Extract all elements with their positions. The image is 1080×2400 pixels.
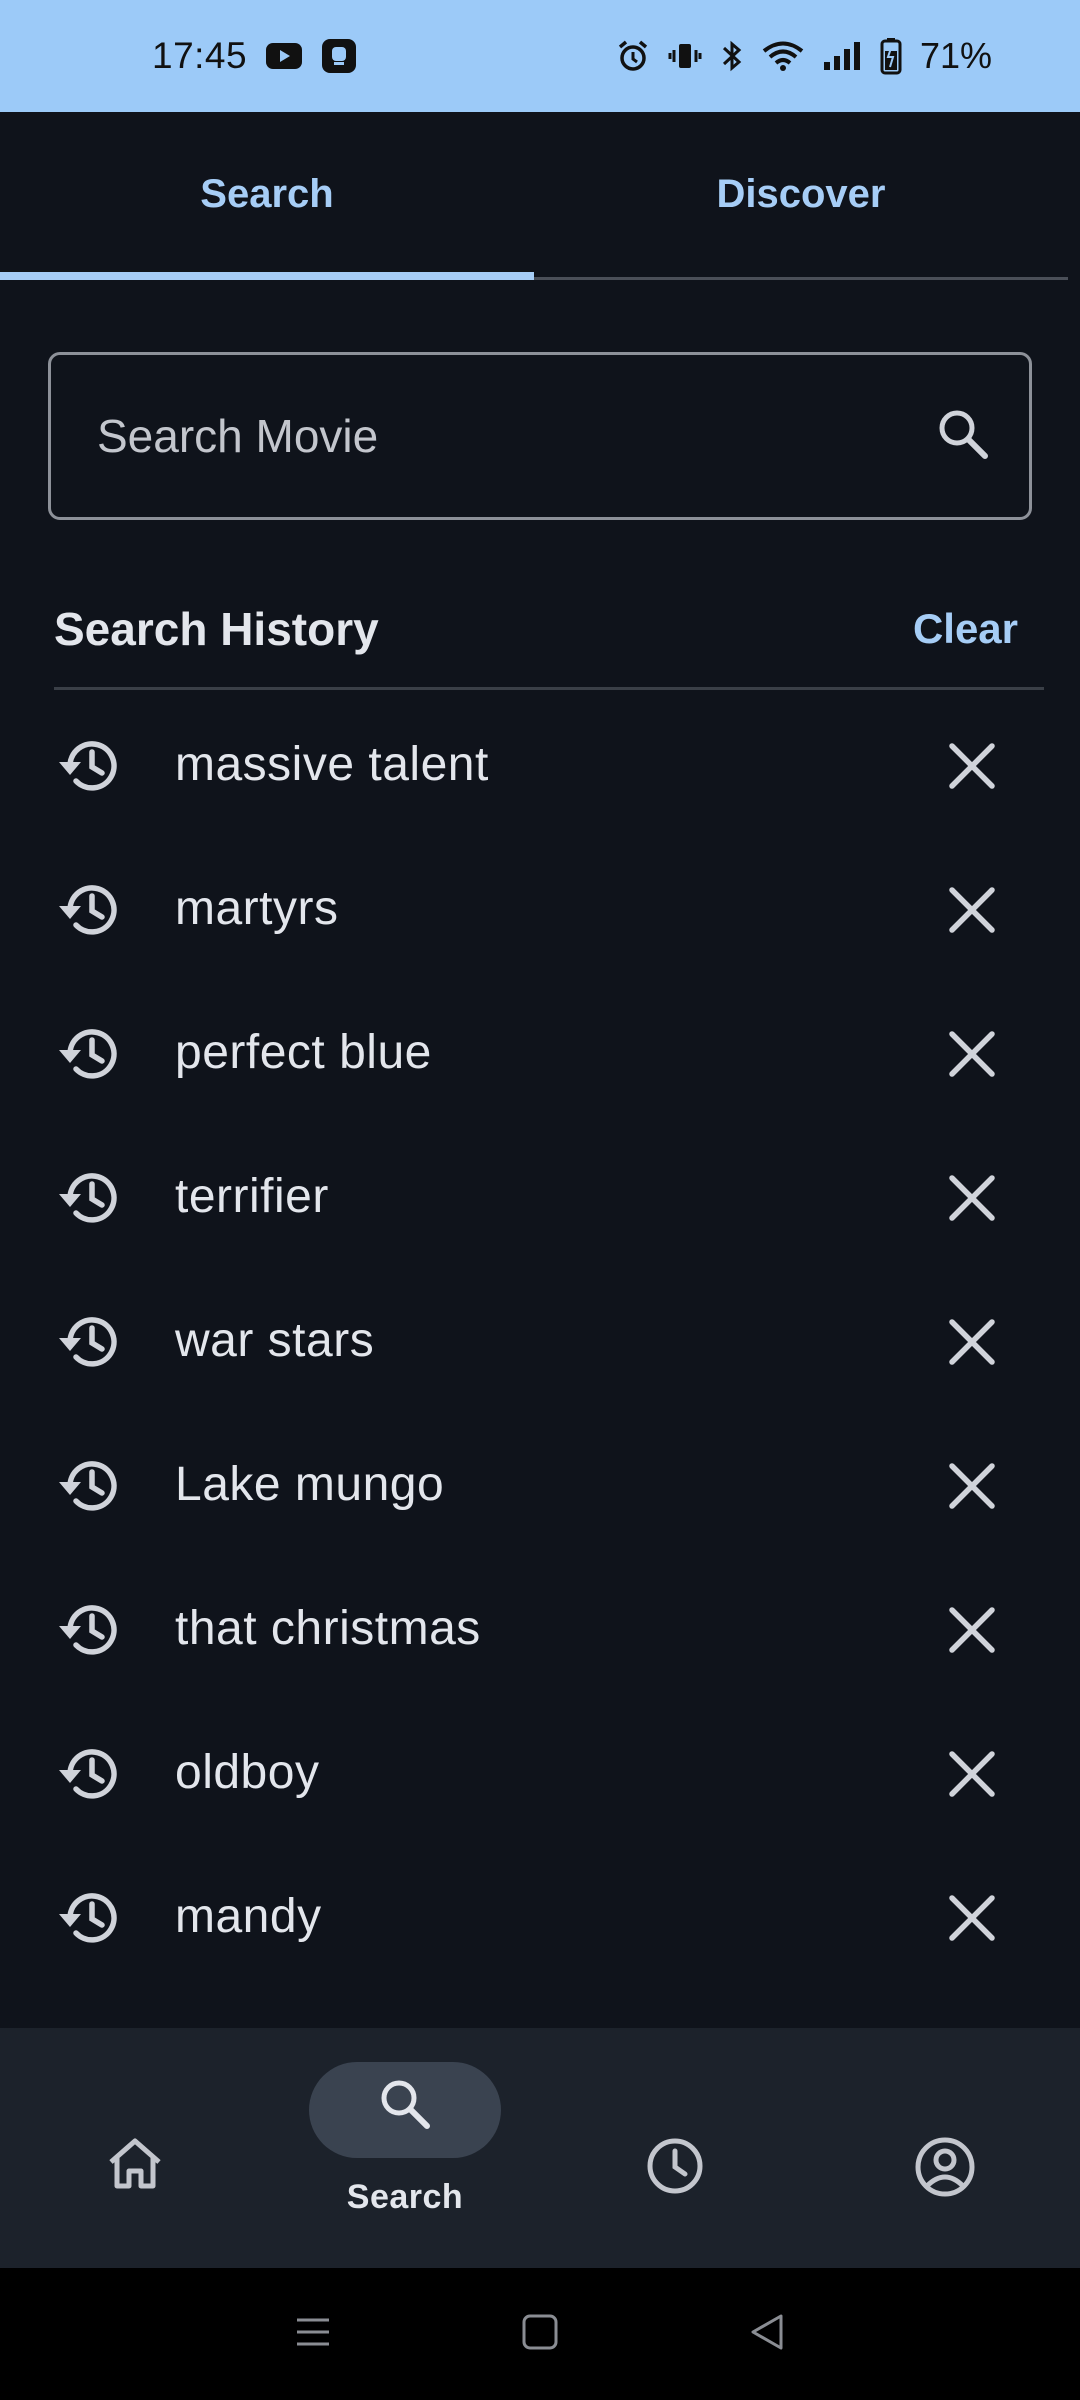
nav-search-label: Search: [346, 2178, 464, 2216]
account-icon: [914, 2136, 976, 2203]
history-icon: [56, 1596, 124, 1664]
history-item-text[interactable]: terrifier: [175, 1169, 329, 1224]
history-item-text[interactable]: martyrs: [175, 881, 338, 936]
close-icon[interactable]: [944, 1602, 1000, 1658]
system-nav-bar: [0, 2268, 1080, 2400]
history-item[interactable]: that christmas: [0, 1556, 1080, 1700]
clock-icon: [645, 2136, 705, 2201]
bottom-nav: Search: [0, 2028, 1080, 2268]
back-icon[interactable]: [747, 2312, 787, 2357]
history-item-text[interactable]: mandy: [175, 1889, 322, 1944]
close-icon[interactable]: [944, 1026, 1000, 1082]
status-time: 17:45: [152, 35, 248, 76]
history-icon: [56, 876, 124, 944]
wifi-icon: [762, 40, 804, 72]
history-list: massive talent martyrs perfect blue terrifi…: [0, 692, 1080, 1988]
history-item[interactable]: Lake mungo: [0, 1412, 1080, 1556]
search-icon: [377, 2076, 433, 2137]
close-icon[interactable]: [944, 738, 1000, 794]
clear-history-button[interactable]: Clear: [913, 605, 1018, 653]
history-item-text[interactable]: that christmas: [175, 1601, 481, 1656]
close-icon[interactable]: [944, 1170, 1000, 1226]
nav-home[interactable]: [0, 2028, 270, 2268]
history-item[interactable]: massive talent: [0, 692, 1080, 836]
history-item[interactable]: perfect blue: [0, 980, 1080, 1124]
nav-account[interactable]: [810, 2028, 1080, 2268]
home-icon: [105, 2136, 165, 2197]
tab-bar: Search Discover: [0, 112, 1068, 280]
battery-icon: [880, 37, 902, 75]
alarm-icon: [616, 39, 650, 73]
close-icon[interactable]: [944, 1890, 1000, 1946]
history-item-text[interactable]: Lake mungo: [175, 1457, 444, 1512]
tab-search[interactable]: Search: [0, 112, 534, 280]
bluetooth-icon: [720, 39, 744, 73]
history-icon: [56, 1020, 124, 1088]
history-item[interactable]: mandy: [0, 1844, 1080, 1988]
vibrate-icon: [668, 39, 702, 73]
history-item[interactable]: oldboy: [0, 1700, 1080, 1844]
history-item[interactable]: martyrs: [0, 836, 1080, 980]
history-icon: [56, 1884, 124, 1952]
history-item-text[interactable]: perfect blue: [175, 1025, 432, 1080]
notification-app-icon: [321, 38, 357, 74]
status-right: 71%: [616, 35, 992, 77]
battery-percentage: 71%: [919, 35, 992, 76]
history-icon: [56, 1308, 124, 1376]
history-item[interactable]: terrifier: [0, 1124, 1080, 1268]
history-icon: [56, 1452, 124, 1520]
status-left: 17:45: [152, 35, 357, 77]
search-input[interactable]: [97, 409, 897, 463]
history-item[interactable]: war stars: [0, 1268, 1080, 1412]
close-icon[interactable]: [944, 1746, 1000, 1802]
nav-search[interactable]: Search: [270, 2028, 540, 2268]
history-item-text[interactable]: massive talent: [175, 737, 489, 792]
tab-discover[interactable]: Discover: [534, 112, 1068, 277]
youtube-icon: [265, 42, 303, 70]
history-item-text[interactable]: oldboy: [175, 1745, 319, 1800]
history-icon: [56, 1740, 124, 1808]
history-item-text[interactable]: war stars: [175, 1313, 374, 1368]
history-title: Search History: [54, 602, 379, 655]
home-button-icon[interactable]: [520, 2312, 560, 2357]
history-header: Search History Clear: [54, 570, 1044, 690]
search-icon[interactable]: [935, 406, 991, 467]
nav-history[interactable]: [540, 2028, 810, 2268]
recent-apps-icon[interactable]: [293, 2312, 333, 2357]
signal-icon: [822, 40, 862, 72]
status-bar: 17:45 71%: [0, 0, 1080, 112]
close-icon[interactable]: [944, 1458, 1000, 1514]
search-field[interactable]: [48, 352, 1032, 520]
close-icon[interactable]: [944, 882, 1000, 938]
close-icon[interactable]: [944, 1314, 1000, 1370]
history-icon: [56, 1164, 124, 1232]
history-icon: [56, 732, 124, 800]
